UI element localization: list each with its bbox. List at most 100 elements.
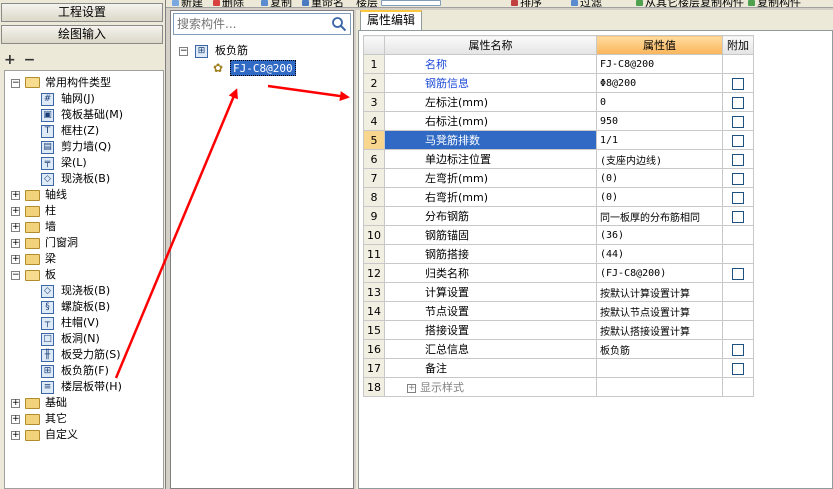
table-row[interactable]: 18 + 显示样式 (363, 377, 754, 397)
copy-icon[interactable] (261, 0, 268, 6)
selected-component[interactable]: FJ-C8@200 (230, 60, 296, 76)
property-name[interactable]: 左标注(mm) (384, 92, 597, 112)
attach-checkbox[interactable] (732, 362, 744, 375)
sort-button[interactable]: 排序 (520, 0, 542, 7)
attach-checkbox[interactable] (732, 77, 744, 90)
table-row[interactable]: 14 节点设置 按默认节点设置计算 (363, 301, 754, 321)
attach-checkbox[interactable] (732, 191, 744, 204)
property-name[interactable]: 钢筋信息 (384, 73, 597, 93)
property-name[interactable]: 马凳筋排数 (384, 130, 597, 150)
collapse-icon[interactable]: − (179, 47, 188, 56)
property-name[interactable]: 左弯折(mm) (384, 168, 597, 188)
expand-icon[interactable]: + (11, 415, 20, 424)
table-row[interactable]: 1 名称 FJ-C8@200 (363, 54, 754, 74)
expand-icon[interactable]: + (11, 191, 20, 200)
property-value[interactable]: Φ8@200 (596, 73, 723, 93)
expand-icon[interactable]: + (11, 255, 20, 264)
table-row[interactable]: 12 归类名称 (FJ-C8@200) (363, 263, 754, 283)
new-button[interactable]: 新建 (181, 0, 203, 7)
property-name[interactable]: + 显示样式 (384, 377, 597, 397)
table-row[interactable]: 9 分布钢筋 同一板厚的分布筋相同 (363, 206, 754, 226)
property-value[interactable]: 同一板厚的分布筋相同 (596, 206, 723, 226)
property-name[interactable]: 右标注(mm) (384, 111, 597, 131)
property-value[interactable]: 板负筋 (596, 339, 723, 359)
attach-checkbox[interactable] (732, 134, 744, 147)
copy-button[interactable]: 复制 (270, 0, 292, 7)
property-value[interactable] (596, 377, 723, 397)
table-row[interactable]: 15 搭接设置 按默认搭接设置计算 (363, 320, 754, 340)
property-value[interactable]: (支座内边线) (596, 149, 723, 169)
expand-icon[interactable]: + (407, 383, 416, 393)
property-name[interactable]: 分布钢筋 (384, 206, 597, 226)
property-value[interactable]: (0) (596, 168, 723, 188)
table-row[interactable]: 3 左标注(mm) 0 (363, 92, 754, 112)
property-name[interactable]: 钢筋锚固 (384, 225, 597, 245)
property-value[interactable]: 1/1 (596, 130, 723, 150)
table-row[interactable]: 2 钢筋信息 Φ8@200 (363, 73, 754, 93)
property-value[interactable]: 按默认计算设置计算 (596, 282, 723, 302)
property-name[interactable]: 单边标注位置 (384, 149, 597, 169)
copy-from-floor-icon[interactable] (636, 0, 643, 6)
table-row[interactable]: 13 计算设置 按默认计算设置计算 (363, 282, 754, 302)
property-value[interactable]: (44) (596, 244, 723, 264)
property-name[interactable]: 右弯折(mm) (384, 187, 597, 207)
property-value[interactable]: 按默认搭接设置计算 (596, 320, 723, 340)
table-row[interactable]: 4 右标注(mm) 950 (363, 111, 754, 131)
property-name[interactable]: 汇总信息 (384, 339, 597, 359)
table-row[interactable]: 10 钢筋锚固 (36) (363, 225, 754, 245)
delete-button[interactable]: 删除 (222, 0, 244, 7)
collapse-icon[interactable]: − (11, 79, 20, 88)
sort-icon[interactable] (511, 0, 518, 6)
expand-icon[interactable]: + (11, 223, 20, 232)
expand-icon[interactable]: + (11, 239, 20, 248)
attach-checkbox[interactable] (732, 96, 744, 109)
expand-icon[interactable]: + (11, 431, 20, 440)
attach-checkbox[interactable] (732, 343, 744, 356)
property-name[interactable]: 名称 (384, 54, 597, 74)
expand-icon[interactable]: + (11, 399, 20, 408)
copy-component-button[interactable]: 复制构件 (757, 0, 801, 7)
table-row[interactable]: 17 备注 (363, 358, 754, 378)
table-row[interactable]: 7 左弯折(mm) (0) (363, 168, 754, 188)
property-name[interactable]: 节点设置 (384, 301, 597, 321)
property-value[interactable]: 按默认节点设置计算 (596, 301, 723, 321)
attach-checkbox[interactable] (732, 153, 744, 166)
filter-icon[interactable] (571, 0, 578, 6)
property-value[interactable]: 0 (596, 92, 723, 112)
drawing-input-button[interactable]: 绘图输入 (1, 25, 163, 44)
search-icon[interactable] (331, 16, 347, 32)
table-row[interactable]: 16 汇总信息 板负筋 (363, 339, 754, 359)
table-row[interactable]: 5 马凳筋排数 1/1 (363, 130, 754, 150)
rename-button[interactable]: 重命名 (311, 0, 344, 7)
attach-checkbox[interactable] (732, 115, 744, 128)
collapse-all-icon[interactable]: − (24, 52, 36, 68)
property-name[interactable]: 备注 (384, 358, 597, 378)
rename-icon[interactable] (302, 0, 309, 6)
floor-select[interactable] (381, 0, 441, 6)
property-value[interactable]: (36) (596, 225, 723, 245)
property-value[interactable]: 950 (596, 111, 723, 131)
property-value[interactable]: FJ-C8@200 (596, 54, 723, 74)
delete-icon[interactable] (213, 0, 220, 6)
attach-checkbox[interactable] (732, 172, 744, 185)
copy-component-icon[interactable] (748, 0, 755, 6)
copy-from-floor-button[interactable]: 从其它楼层复制构件 (645, 0, 744, 7)
table-row[interactable]: 8 右弯折(mm) (0) (363, 187, 754, 207)
tree-node-common[interactable]: − 常用构件类型 (11, 75, 161, 91)
property-value[interactable]: (0) (596, 187, 723, 207)
property-name[interactable]: 搭接设置 (384, 320, 597, 340)
expand-all-icon[interactable]: + (4, 52, 16, 68)
table-row[interactable]: 6 单边标注位置 (支座内边线) (363, 149, 754, 169)
search-input[interactable] (174, 14, 330, 34)
property-name[interactable]: 钢筋搭接 (384, 244, 597, 264)
attach-checkbox[interactable] (732, 210, 744, 223)
property-name[interactable]: 归类名称 (384, 263, 597, 283)
expand-icon[interactable]: + (11, 207, 20, 216)
attach-checkbox[interactable] (732, 267, 744, 280)
property-name[interactable]: 计算设置 (384, 282, 597, 302)
property-value[interactable]: (FJ-C8@200) (596, 263, 723, 283)
engineering-settings-button[interactable]: 工程设置 (1, 3, 163, 22)
table-row[interactable]: 11 钢筋搭接 (44) (363, 244, 754, 264)
filter-button[interactable]: 过滤 (580, 0, 602, 7)
property-value[interactable] (596, 358, 723, 378)
